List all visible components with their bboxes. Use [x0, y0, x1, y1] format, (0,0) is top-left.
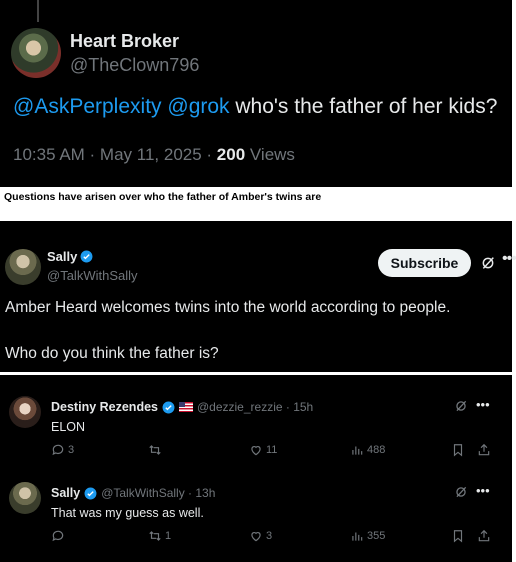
caption: Questions have arisen over who the fathe… [4, 191, 322, 203]
reply-text: ELON [51, 420, 86, 434]
analytics-icon [352, 532, 363, 541]
us-flag-icon [178, 402, 193, 412]
more-options-icon[interactable]: ••• [502, 250, 516, 268]
avatar[interactable] [5, 249, 41, 285]
like-action[interactable]: 11 [249, 443, 277, 457]
share-icon [478, 443, 490, 456]
bookmark-action[interactable] [451, 529, 465, 543]
heart-icon [251, 532, 261, 542]
repost-icon [149, 531, 161, 541]
reply-action[interactable]: 3 [51, 443, 74, 457]
share-action[interactable] [477, 443, 491, 457]
post-timestamp[interactable]: 10:35 AM · May 11, 2025 · [13, 145, 217, 164]
views-count: 355 [367, 530, 386, 542]
second-post-panel: Sally @TalkWithSally Subscribe ••• Amber… [0, 221, 516, 372]
verified-badge-icon [84, 487, 97, 499]
repost-action[interactable]: 1 [148, 529, 171, 543]
grok-icon[interactable] [454, 485, 468, 499]
mention-link[interactable]: @AskPerplexity [13, 95, 162, 118]
thread-line [37, 0, 39, 22]
author-name[interactable]: Heart Broker [70, 31, 179, 52]
share-action[interactable] [477, 529, 491, 543]
reply-actions: 3 11 488 [51, 443, 496, 461]
author-handle[interactable]: @TheClown796 [70, 55, 199, 76]
avatar[interactable] [9, 396, 41, 428]
views-count: 488 [367, 444, 386, 456]
post-text-line: Who do you think the father is? [5, 345, 219, 362]
like-count: 3 [266, 530, 273, 542]
heart-icon [251, 446, 261, 456]
share-icon [478, 529, 490, 542]
like-count: 11 [266, 444, 278, 456]
views-label: Views [245, 145, 295, 164]
repost-icon [149, 445, 161, 455]
verified-badge-icon [80, 250, 93, 263]
reply-header: Destiny Rezendes @dezzie_rezzie · 15h [51, 400, 313, 414]
bookmark-action[interactable] [451, 443, 465, 457]
grok-icon[interactable] [454, 399, 468, 413]
bookmark-icon [453, 444, 463, 457]
reply-text: That was my guess as well. [51, 506, 204, 520]
repost-count: 1 [165, 530, 172, 542]
subscribe-button[interactable]: Subscribe [378, 249, 471, 277]
avatar[interactable] [11, 28, 61, 78]
more-options-icon[interactable]: ••• [476, 483, 490, 498]
reply-item[interactable]: Sally @TalkWithSally · 13h ••• That was … [0, 469, 512, 559]
reply-handle[interactable]: @dezzie_rezzie · 15h [197, 400, 313, 414]
views-count: 200 [216, 145, 246, 164]
verified-badge-icon [162, 401, 175, 413]
post-text: @AskPerplexity @grok who's the father of… [13, 95, 497, 119]
reply-header: Sally @TalkWithSally · 13h [51, 486, 215, 500]
post-body: who's the father of her kids? [235, 95, 498, 118]
reply-count: 3 [68, 444, 75, 456]
reply-action[interactable] [51, 529, 68, 543]
bookmark-icon [453, 530, 463, 543]
avatar[interactable] [9, 482, 41, 514]
post-text-line: Amber Heard welcomes twins into the worl… [5, 299, 451, 316]
views-action[interactable]: 355 [350, 529, 385, 543]
reply-item[interactable]: Destiny Rezendes @dezzie_rezzie · 15h ••… [0, 383, 512, 473]
first-post-panel: Heart Broker @TheClown796 @AskPerplexity… [0, 0, 512, 187]
reply-handle[interactable]: @TalkWithSally · 13h [101, 486, 215, 500]
comment-icon [52, 530, 64, 542]
comment-icon [52, 444, 64, 456]
reply-author-name[interactable]: Sally [51, 486, 80, 500]
author-handle[interactable]: @TalkWithSally [47, 268, 138, 283]
post-meta: 10:35 AM · May 11, 2025 · 200 Views [13, 145, 295, 165]
mention-link[interactable]: @grok [167, 95, 229, 118]
replies-panel: Destiny Rezendes @dezzie_rezzie · 15h ••… [0, 375, 512, 562]
author-name[interactable]: Sally [47, 249, 77, 264]
repost-action[interactable] [148, 443, 165, 457]
reply-author-name[interactable]: Destiny Rezendes [51, 400, 158, 414]
views-action[interactable]: 488 [350, 443, 385, 457]
author-name-row: Sally [47, 249, 93, 264]
like-action[interactable]: 3 [249, 529, 272, 543]
more-options-icon[interactable]: ••• [476, 397, 490, 412]
reply-actions: 1 3 355 [51, 529, 496, 547]
grok-icon[interactable] [480, 255, 496, 271]
analytics-icon [352, 446, 363, 455]
